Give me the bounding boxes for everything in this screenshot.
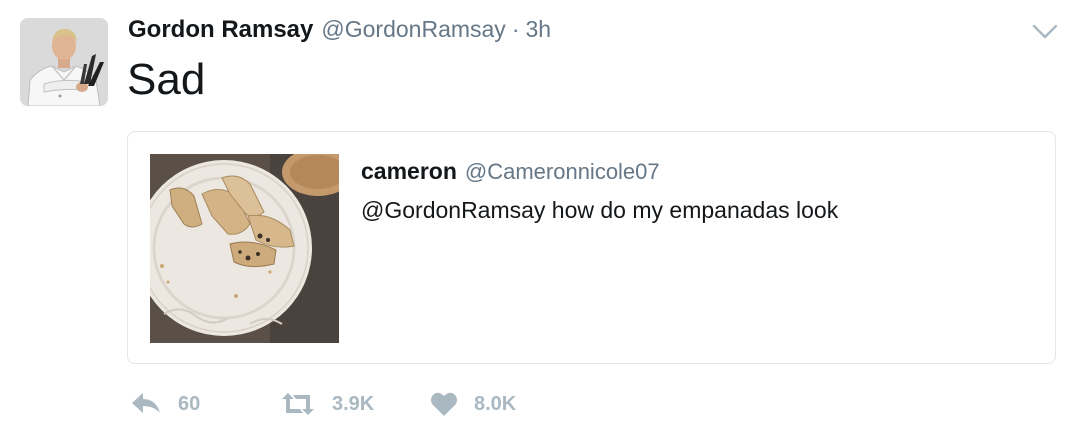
- separator-dot: ·: [511, 16, 520, 42]
- tweet-text: Sad: [127, 55, 206, 104]
- retweet-count: 3.9K: [332, 392, 375, 415]
- like-button[interactable]: 8.0K: [430, 391, 580, 417]
- quoted-tweet-card[interactable]: cameron @Cameronnicole07 @GordonRamsay h…: [127, 131, 1056, 364]
- tweet-timestamp[interactable]: 3h: [525, 16, 551, 43]
- empanadas-photo-image: [150, 154, 339, 343]
- reply-icon: [132, 393, 160, 413]
- tweet-action-bar: 60 3.9K 8.0K: [130, 388, 580, 420]
- author-avatar[interactable]: [20, 18, 108, 106]
- quoted-tweet-photo[interactable]: [150, 154, 339, 343]
- tweet-header: Gordon Ramsay @GordonRamsay · 3h: [128, 16, 551, 48]
- quoted-author-handle[interactable]: @Cameronnicole07: [465, 159, 660, 185]
- author-name[interactable]: Gordon Ramsay: [128, 16, 313, 44]
- reply-count: 60: [178, 392, 201, 415]
- retweet-icon: [282, 393, 314, 415]
- quoted-tweet-header: cameron @Cameronnicole07: [361, 158, 660, 185]
- retweet-button[interactable]: 3.9K: [280, 392, 430, 416]
- author-handle[interactable]: @GordonRamsay: [321, 16, 505, 43]
- quoted-tweet-text: @GordonRamsay how do my empanadas look: [361, 197, 839, 223]
- chef-avatar-image: [20, 18, 108, 106]
- heart-icon: [431, 392, 457, 416]
- more-options-chevron-down-icon[interactable]: [1030, 22, 1060, 42]
- like-count: 8.0K: [474, 392, 517, 415]
- reply-button[interactable]: 60: [130, 391, 280, 417]
- quoted-author-name[interactable]: cameron: [361, 158, 457, 185]
